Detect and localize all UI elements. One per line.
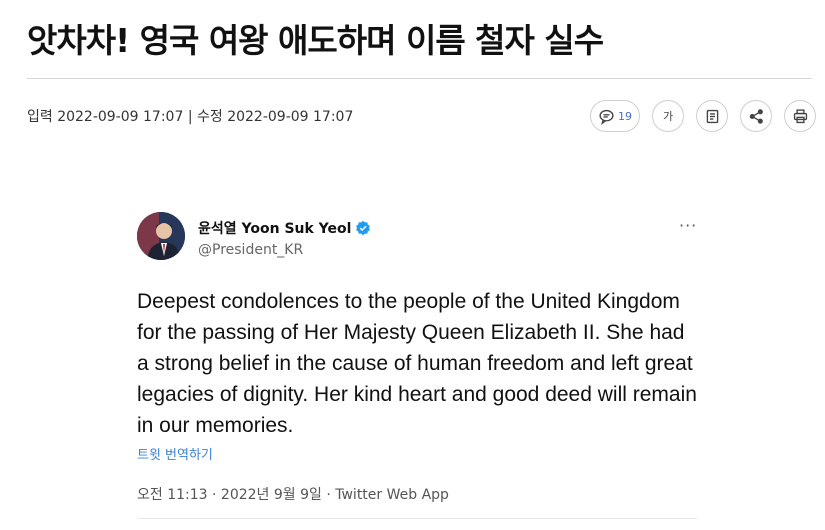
translate-tweet-link[interactable]: 트윗 번역하기: [137, 444, 213, 463]
bookmark-button[interactable]: [696, 100, 728, 132]
tweet-text: Deepest condolences to the people of the…: [137, 290, 697, 437]
article-toolbar: 19 가: [590, 100, 816, 132]
comment-button[interactable]: 19: [590, 100, 640, 132]
print-button[interactable]: [784, 100, 816, 132]
tweet-handle[interactable]: @President_KR: [198, 242, 303, 258]
verified-badge-icon: [356, 220, 371, 236]
print-icon: [793, 108, 807, 123]
more-options-icon[interactable]: ···: [679, 216, 697, 235]
font-size-icon: 가: [662, 110, 674, 123]
article-meta: 입력 2022-09-09 17:07 | 수정 2022-09-09 17:0…: [27, 109, 354, 125]
tweet-divider: [137, 518, 697, 519]
embedded-tweet: 윤석열 Yoon Suk Yeol @President_KR ··· Deep…: [137, 210, 697, 525]
share-button[interactable]: [740, 100, 772, 132]
avatar-portrait: [137, 212, 185, 260]
comment-icon: [599, 109, 614, 125]
font-size-button[interactable]: 가: [652, 100, 684, 132]
share-icon: [749, 108, 763, 124]
article-headline: 앗차차! 영국 여왕 애도하며 이름 철자 실수: [27, 21, 604, 60]
tweet-display-name: 윤석열 Yoon Suk Yeol: [198, 221, 352, 237]
tweet-author[interactable]: 윤석열 Yoon Suk Yeol: [198, 218, 371, 238]
headline-divider: [27, 78, 812, 79]
tweet-timestamp[interactable]: 오전 11:13 · 2022년 9월 9일 · Twitter Web App: [137, 484, 449, 504]
bookmark-icon: [706, 109, 718, 123]
avatar[interactable]: [137, 212, 185, 260]
comment-count: 19: [618, 109, 632, 123]
